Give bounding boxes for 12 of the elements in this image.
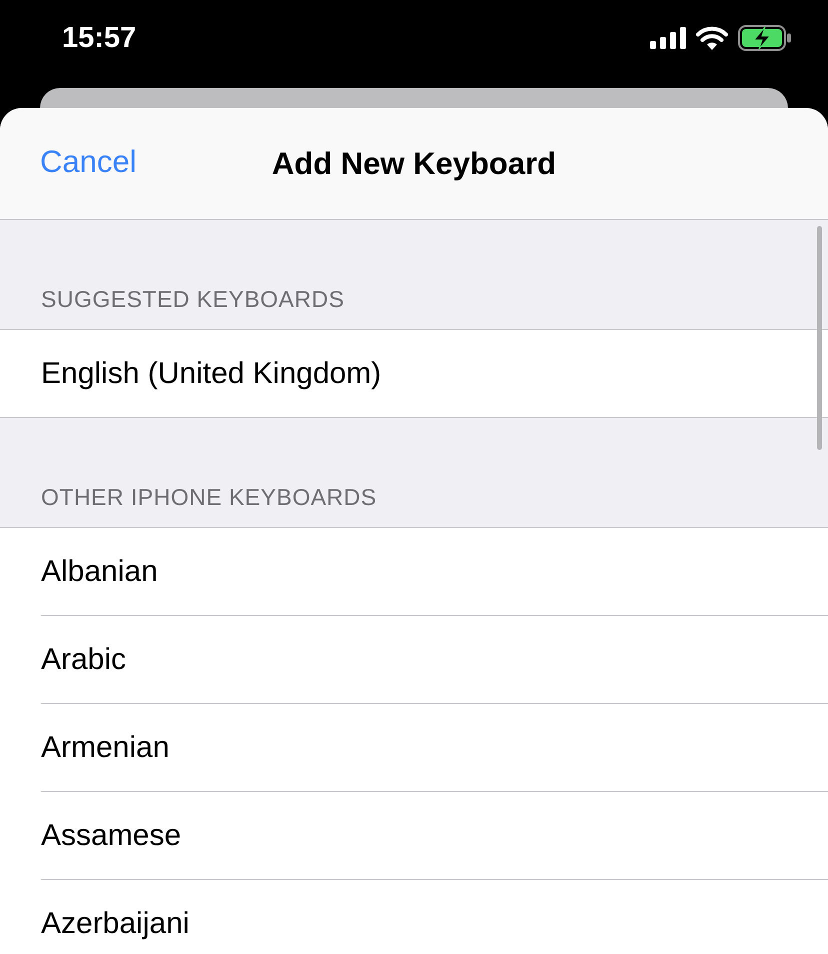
battery-charging-icon: [738, 25, 792, 51]
keyboard-row[interactable]: Azerbaijani: [0, 880, 828, 954]
wifi-icon: [696, 26, 728, 50]
signal-icon: [650, 27, 686, 49]
status-time: 15:57: [62, 22, 136, 54]
section-header: SUGGESTED KEYBOARDS: [41, 286, 344, 313]
keyboard-row[interactable]: Arabic: [41, 616, 828, 704]
keyboard-row[interactable]: Armenian: [41, 704, 828, 792]
keyboard-row[interactable]: Albanian: [41, 528, 828, 616]
nav-title: Add New Keyboard: [272, 146, 556, 182]
section-header: OTHER IPHONE KEYBOARDS: [41, 484, 377, 511]
keyboard-row[interactable]: Assamese: [41, 792, 828, 880]
